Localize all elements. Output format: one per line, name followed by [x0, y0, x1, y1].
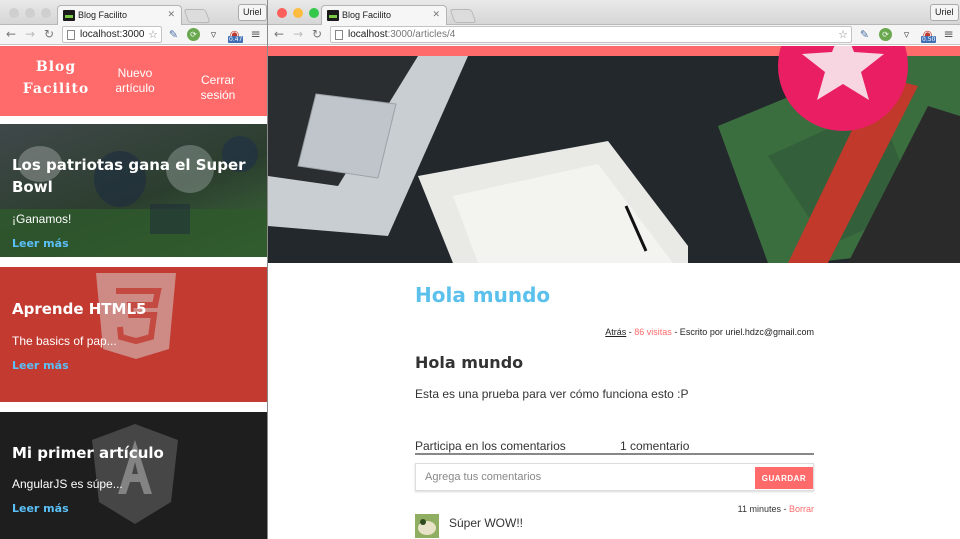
brand-line-2: Facilito — [22, 81, 90, 97]
new-tab-button[interactable] — [183, 9, 211, 23]
new-article-link[interactable]: Nuevo artículo — [113, 66, 157, 96]
menu-icon[interactable]: ≡ — [942, 28, 955, 41]
logout-link[interactable]: Cerrar sesión — [183, 73, 253, 103]
green-extension-icon[interactable]: ⟳ — [187, 28, 200, 41]
browser-tab[interactable]: Blog Facilito ✕ — [57, 5, 182, 25]
article-body: Esta es una prueba para ver cómo funcion… — [415, 387, 689, 401]
read-more-link[interactable]: Leer más — [12, 237, 69, 250]
close-icon[interactable]: ✕ — [432, 9, 440, 20]
delete-comment-link[interactable]: Borrar — [789, 504, 814, 514]
read-more-link[interactable]: Leer más — [12, 359, 69, 372]
card-title: Los patriotas gana el Super Bowl — [12, 156, 246, 196]
article-subtitle: Hola mundo — [415, 353, 524, 372]
zoom-window-button[interactable] — [41, 8, 51, 18]
right-browser-window: Blog Facilito ✕ Uriel ← → ↻ localhost:30… — [268, 0, 960, 539]
avatar-image — [415, 514, 439, 538]
zoom-window-button[interactable] — [309, 8, 319, 18]
browser-tab[interactable]: Blog Facilito ✕ — [321, 5, 447, 25]
reload-icon[interactable]: ↻ — [44, 27, 54, 41]
card-title: Aprende HTML5 — [12, 300, 147, 318]
page-icon — [335, 30, 343, 40]
url-host: localhost — [348, 29, 388, 40]
back-arrow-icon[interactable]: ← — [6, 27, 16, 41]
extension-badge: 0.50 — [921, 36, 937, 43]
brand-line-1: Blog — [35, 59, 77, 75]
tab-title: Blog Facilito — [78, 10, 128, 20]
hero-image — [268, 46, 960, 263]
minimize-window-button[interactable] — [293, 8, 303, 18]
user-profile-button[interactable]: Uriel — [930, 4, 959, 21]
avatar — [415, 514, 439, 538]
new-tab-button[interactable] — [449, 9, 477, 23]
visit-count: 86 visitas — [634, 327, 672, 337]
back-link[interactable]: Atrás — [605, 327, 626, 337]
article-card[interactable]: Aprende HTML5 The basics of pap... Leer … — [0, 267, 267, 402]
comments-count: 1 comentario — [620, 439, 690, 453]
page-icon — [67, 30, 75, 40]
tab-bar: Blog Facilito ✕ Uriel — [268, 0, 960, 25]
window-controls — [277, 8, 319, 18]
minimize-window-button[interactable] — [25, 8, 35, 18]
bookmark-star-icon[interactable]: ☆ — [838, 28, 848, 41]
angular-logo — [92, 424, 178, 524]
comment-text: Súper WOW!! — [449, 516, 524, 530]
desk-photo — [268, 46, 960, 263]
close-window-button[interactable] — [277, 8, 287, 18]
comments-header: Participa en los comentarios 1 comentari… — [415, 439, 814, 455]
close-window-button[interactable] — [9, 8, 19, 18]
card-excerpt: AngularJS es súpe... — [12, 477, 123, 491]
eyedropper-icon[interactable]: ✎ — [167, 28, 180, 41]
comment-input[interactable] — [417, 465, 756, 489]
address-bar[interactable]: localhost:3000 ☆ — [62, 26, 162, 43]
left-browser-window: Blog Facilito ✕ Uriel ← → ↻ localhost:30… — [0, 0, 268, 539]
article-meta: Atrás - 86 visitas - Escrito por uriel.h… — [605, 327, 814, 337]
comment-time: 11 minutes — [737, 504, 781, 514]
article-title: Hola mundo — [415, 283, 551, 307]
menu-icon[interactable]: ≡ — [249, 28, 262, 41]
browser-toolbar: ← → ↻ localhost:3000 ☆ ✎ ⟳ ▿ ◉ 0.47 ≡ — [0, 25, 267, 45]
save-comment-button[interactable]: GUARDAR — [755, 467, 813, 489]
page-content: Blog Facilito Nuevo artículo Cerrar sesi… — [0, 46, 267, 539]
forward-arrow-icon[interactable]: → — [293, 27, 303, 41]
tab-title: Blog Facilito — [342, 10, 392, 20]
comment-meta: 11 minutes - Borrar — [738, 504, 814, 514]
window-controls — [9, 8, 51, 18]
card-title: Mi primer artículo — [12, 444, 164, 462]
browser-toolbar: ← → ↻ localhost:3000/articles/4 ☆ ✎ ⟳ ▿ … — [268, 25, 960, 45]
pocket-icon[interactable]: ▿ — [207, 28, 220, 41]
card-excerpt: ¡Ganamos! — [12, 212, 72, 226]
favicon-icon — [327, 10, 339, 21]
blog-header: Blog Facilito Nuevo artículo Cerrar sesi… — [0, 46, 267, 116]
favicon-icon — [63, 10, 75, 21]
comment-meta-separator: - — [780, 504, 789, 514]
address-bar[interactable]: localhost:3000/articles/4 ☆ — [330, 26, 852, 43]
extension-badge: 0.47 — [228, 36, 244, 43]
url-path: :3000/articles/4 — [387, 29, 456, 40]
url-text: localhost:3000 — [80, 29, 145, 40]
close-icon[interactable]: ✕ — [167, 9, 175, 20]
comment-form: GUARDAR — [415, 463, 814, 491]
comments-heading: Participa en los comentarios — [415, 439, 566, 453]
brand-logo[interactable]: Blog Facilito — [14, 56, 98, 100]
user-profile-button[interactable]: Uriel — [238, 4, 267, 21]
forward-arrow-icon[interactable]: → — [25, 27, 35, 41]
read-more-link[interactable]: Leer más — [12, 502, 69, 515]
article-card[interactable]: Mi primer artículo AngularJS es súpe... … — [0, 412, 267, 539]
new-article-line-2: artículo — [115, 81, 155, 95]
new-article-line-1: Nuevo — [117, 66, 153, 80]
green-extension-icon[interactable]: ⟳ — [879, 28, 892, 41]
bookmark-star-icon[interactable]: ☆ — [148, 28, 158, 41]
back-arrow-icon[interactable]: ← — [274, 27, 284, 41]
eyedropper-icon[interactable]: ✎ — [858, 28, 871, 41]
article-card[interactable]: Los patriotas gana el Super Bowl ¡Ganamo… — [0, 124, 267, 257]
reload-icon[interactable]: ↻ — [312, 27, 322, 41]
pocket-icon[interactable]: ▿ — [900, 28, 913, 41]
card-excerpt: The basics of pap... — [12, 334, 117, 348]
author-text: - Escrito por uriel.hdzc@gmail.com — [671, 327, 814, 337]
tab-bar: Blog Facilito ✕ Uriel — [0, 0, 267, 25]
